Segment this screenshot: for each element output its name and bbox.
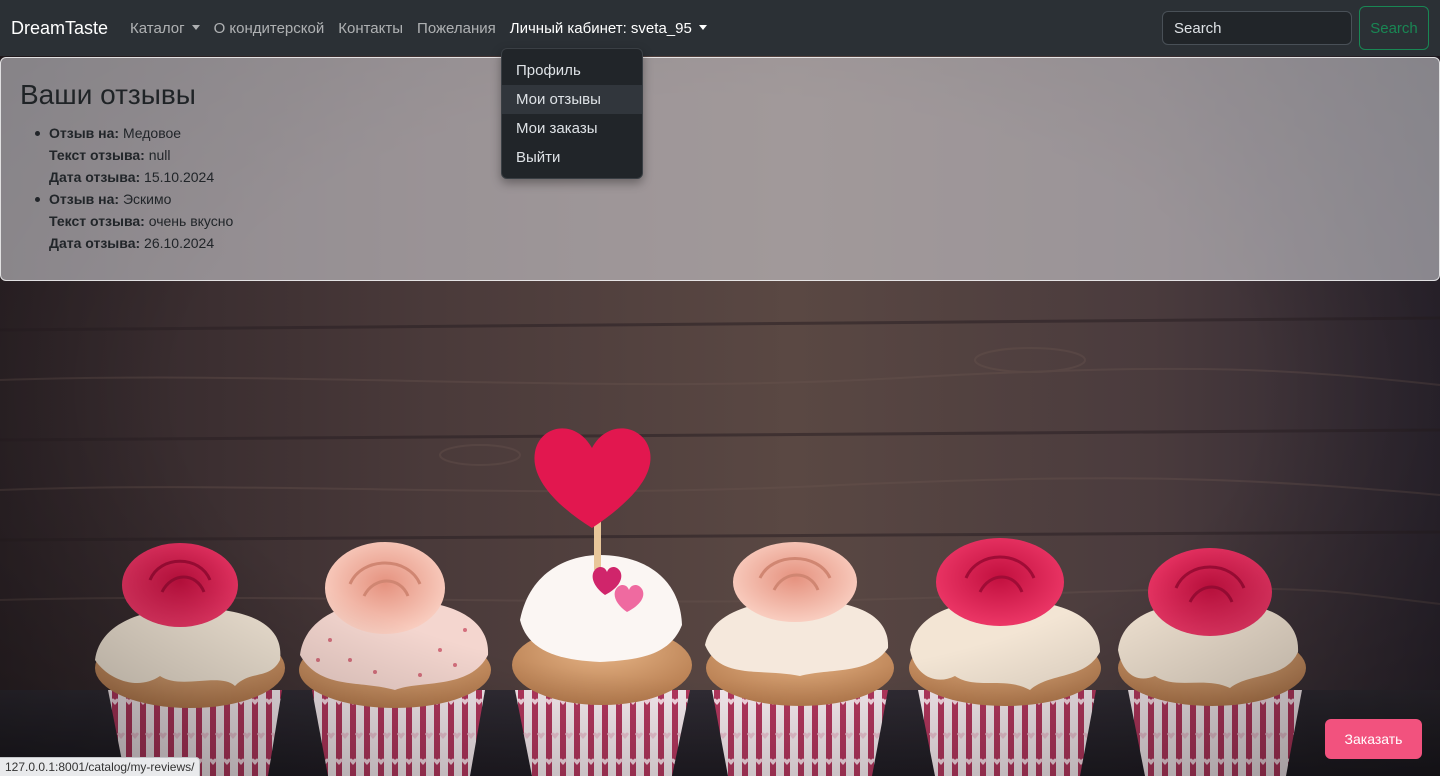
review-text-line: Текст отзыва: null bbox=[49, 144, 1420, 166]
review-date-value: 15.10.2024 bbox=[144, 169, 215, 185]
review-date-label: Дата отзыва: bbox=[49, 235, 141, 251]
review-product-line: Отзыв на: Медовое bbox=[49, 122, 1420, 144]
nav-contacts-link[interactable]: Контакты bbox=[338, 20, 403, 37]
review-product-value: Эскимо bbox=[122, 191, 172, 207]
dropdown-item-my-orders[interactable]: Мои заказы bbox=[502, 114, 642, 143]
review-date-line: Дата отзыва: 26.10.2024 bbox=[49, 232, 1420, 254]
chevron-down-icon bbox=[191, 24, 200, 30]
review-date-label: Дата отзыва: bbox=[49, 169, 141, 185]
reviews-card: Ваши отзывы Отзыв на: Медовое Текст отзы… bbox=[0, 57, 1440, 281]
nav-about-link[interactable]: О кондитерской bbox=[214, 20, 325, 37]
review-text-label: Текст отзыва: bbox=[49, 147, 145, 163]
review-text-value: null bbox=[148, 147, 171, 163]
list-item: Отзыв на: Медовое Текст отзыва: null Дат… bbox=[35, 122, 1420, 188]
review-text-value: очень вкусно bbox=[148, 213, 234, 229]
account-dropdown-menu: Профиль Мои отзывы Мои заказы Выйти bbox=[501, 48, 643, 179]
search-input[interactable] bbox=[1162, 11, 1352, 45]
review-product-label: Отзыв на: bbox=[49, 191, 120, 207]
reviews-list: Отзыв на: Медовое Текст отзыва: null Дат… bbox=[20, 122, 1420, 254]
list-item: Отзыв на: Эскимо Текст отзыва: очень вку… bbox=[35, 188, 1420, 254]
review-product-line: Отзыв на: Эскимо bbox=[49, 188, 1420, 210]
page-title: Ваши отзывы bbox=[20, 79, 196, 110]
search-button[interactable]: Search bbox=[1359, 6, 1429, 50]
nav-wishes-link[interactable]: Пожелания bbox=[417, 20, 496, 37]
review-product-label: Отзыв на: bbox=[49, 125, 120, 141]
top-navbar: DreamTaste Каталог О кондитерской Контак… bbox=[0, 0, 1440, 56]
nav-account-dropdown[interactable]: Личный кабинет: sveta_95 bbox=[510, 20, 707, 37]
order-button[interactable]: Заказать bbox=[1325, 719, 1422, 759]
review-text-label: Текст отзыва: bbox=[49, 213, 145, 229]
review-text-line: Текст отзыва: очень вкусно bbox=[49, 210, 1420, 232]
status-bar-url: 127.0.0.1:8001/catalog/my-reviews/ bbox=[0, 757, 201, 776]
nav-account-label: Личный кабинет: sveta_95 bbox=[509, 19, 692, 37]
brand-logo-link[interactable]: DreamTaste bbox=[11, 18, 108, 39]
review-date-line: Дата отзыва: 15.10.2024 bbox=[49, 166, 1420, 188]
chevron-down-icon bbox=[698, 24, 707, 30]
dropdown-item-profile[interactable]: Профиль bbox=[502, 56, 642, 85]
nav-catalog-label: Каталог bbox=[130, 19, 185, 37]
dropdown-item-logout[interactable]: Выйти bbox=[502, 143, 642, 172]
review-product-value: Медовое bbox=[122, 125, 182, 141]
nav-catalog-dropdown[interactable]: Каталог bbox=[130, 20, 200, 37]
dropdown-item-my-reviews[interactable]: Мои отзывы bbox=[502, 85, 642, 114]
review-date-value: 26.10.2024 bbox=[144, 235, 215, 251]
